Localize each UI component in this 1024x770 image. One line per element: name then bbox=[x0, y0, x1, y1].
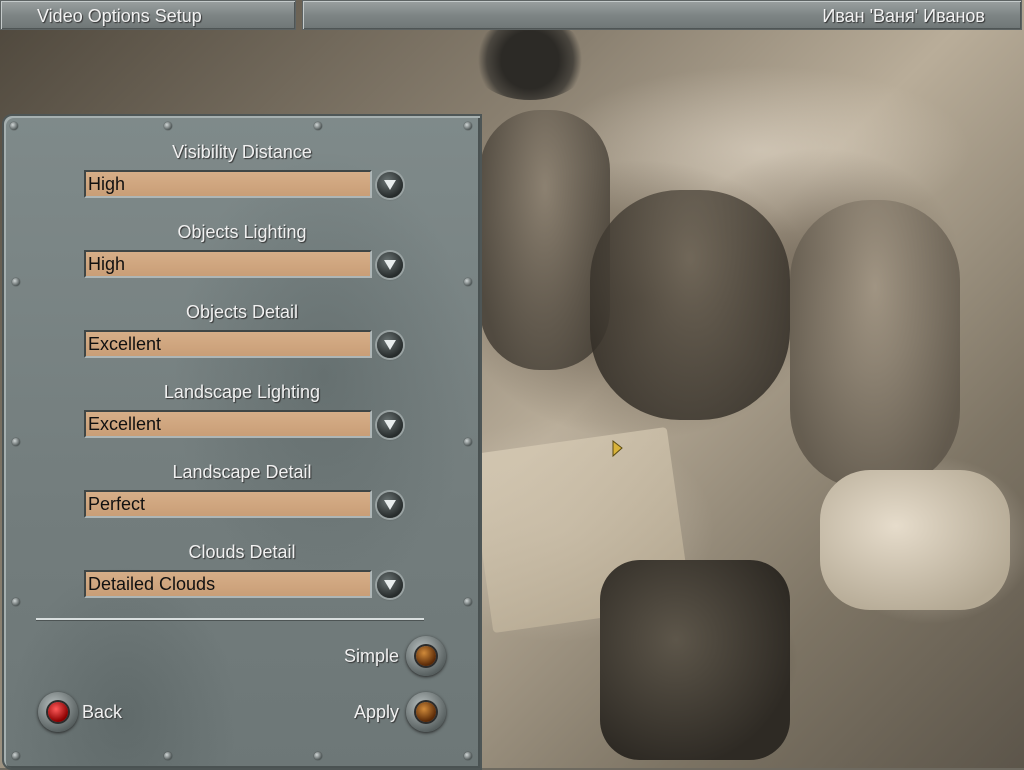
rivet bbox=[314, 752, 322, 760]
back-label[interactable]: Back bbox=[82, 702, 122, 723]
soldier-figure bbox=[590, 190, 790, 420]
rivet bbox=[314, 122, 322, 130]
rivet bbox=[164, 122, 172, 130]
simple-label[interactable]: Simple bbox=[344, 646, 399, 667]
options-panel: Visibility Distance High Objects Lightin… bbox=[2, 114, 482, 770]
page-title: Video Options Setup bbox=[0, 0, 296, 30]
landscape-detail-dropdown[interactable] bbox=[377, 492, 403, 518]
divider bbox=[36, 618, 424, 620]
rivet bbox=[464, 752, 472, 760]
clouds-detail-label: Clouds Detail bbox=[188, 542, 296, 562]
rivet bbox=[10, 122, 18, 130]
rivet bbox=[12, 438, 20, 446]
chevron-down-icon bbox=[384, 420, 396, 430]
arrow-cursor-icon bbox=[612, 440, 623, 458]
rivet bbox=[12, 752, 20, 760]
objects-lighting-dropdown[interactable] bbox=[377, 252, 403, 278]
rivet bbox=[464, 438, 472, 446]
lamp-icon bbox=[48, 702, 68, 722]
landscape-detail-field[interactable]: Perfect bbox=[84, 490, 372, 518]
rivet bbox=[12, 598, 20, 606]
landscape-lighting-field[interactable]: Excellent bbox=[84, 410, 372, 438]
chevron-down-icon bbox=[384, 180, 396, 190]
clouds-detail-dropdown[interactable] bbox=[377, 572, 403, 598]
apply-button[interactable] bbox=[406, 692, 446, 732]
back-button[interactable] bbox=[38, 692, 78, 732]
rivet bbox=[164, 752, 172, 760]
visibility-distance-label: Visibility Distance bbox=[172, 142, 312, 162]
simple-button[interactable] bbox=[406, 636, 446, 676]
vehicle-wheel bbox=[470, 20, 590, 100]
soldier-figure bbox=[790, 200, 960, 490]
lamp-icon bbox=[416, 702, 436, 722]
clouds-detail-field[interactable]: Detailed Clouds bbox=[84, 570, 372, 598]
objects-lighting-field[interactable]: High bbox=[84, 250, 372, 278]
objects-detail-label: Objects Detail bbox=[185, 302, 299, 322]
objects-detail-field[interactable]: Excellent bbox=[84, 330, 372, 358]
objects-detail-dropdown[interactable] bbox=[377, 332, 403, 358]
parachute-pack bbox=[600, 560, 790, 760]
rivet bbox=[464, 598, 472, 606]
objects-lighting-label: Objects Lighting bbox=[177, 222, 307, 242]
rivet bbox=[464, 278, 472, 286]
landscape-detail-label: Landscape Detail bbox=[172, 462, 312, 482]
landscape-lighting-label: Landscape Lighting bbox=[163, 382, 321, 402]
lamp-icon bbox=[416, 646, 436, 666]
visibility-distance-field[interactable]: High bbox=[84, 170, 372, 198]
landscape-lighting-dropdown[interactable] bbox=[377, 412, 403, 438]
parachute-pack bbox=[820, 470, 1010, 610]
rivet bbox=[464, 122, 472, 130]
chevron-down-icon bbox=[384, 580, 396, 590]
apply-label[interactable]: Apply bbox=[354, 702, 399, 723]
player-name: Иван 'Ваня' Иванов bbox=[302, 0, 1022, 30]
chevron-down-icon bbox=[384, 260, 396, 270]
rivet bbox=[12, 278, 20, 286]
chevron-down-icon bbox=[384, 340, 396, 350]
visibility-distance-dropdown[interactable] bbox=[377, 172, 403, 198]
chevron-down-icon bbox=[384, 500, 396, 510]
